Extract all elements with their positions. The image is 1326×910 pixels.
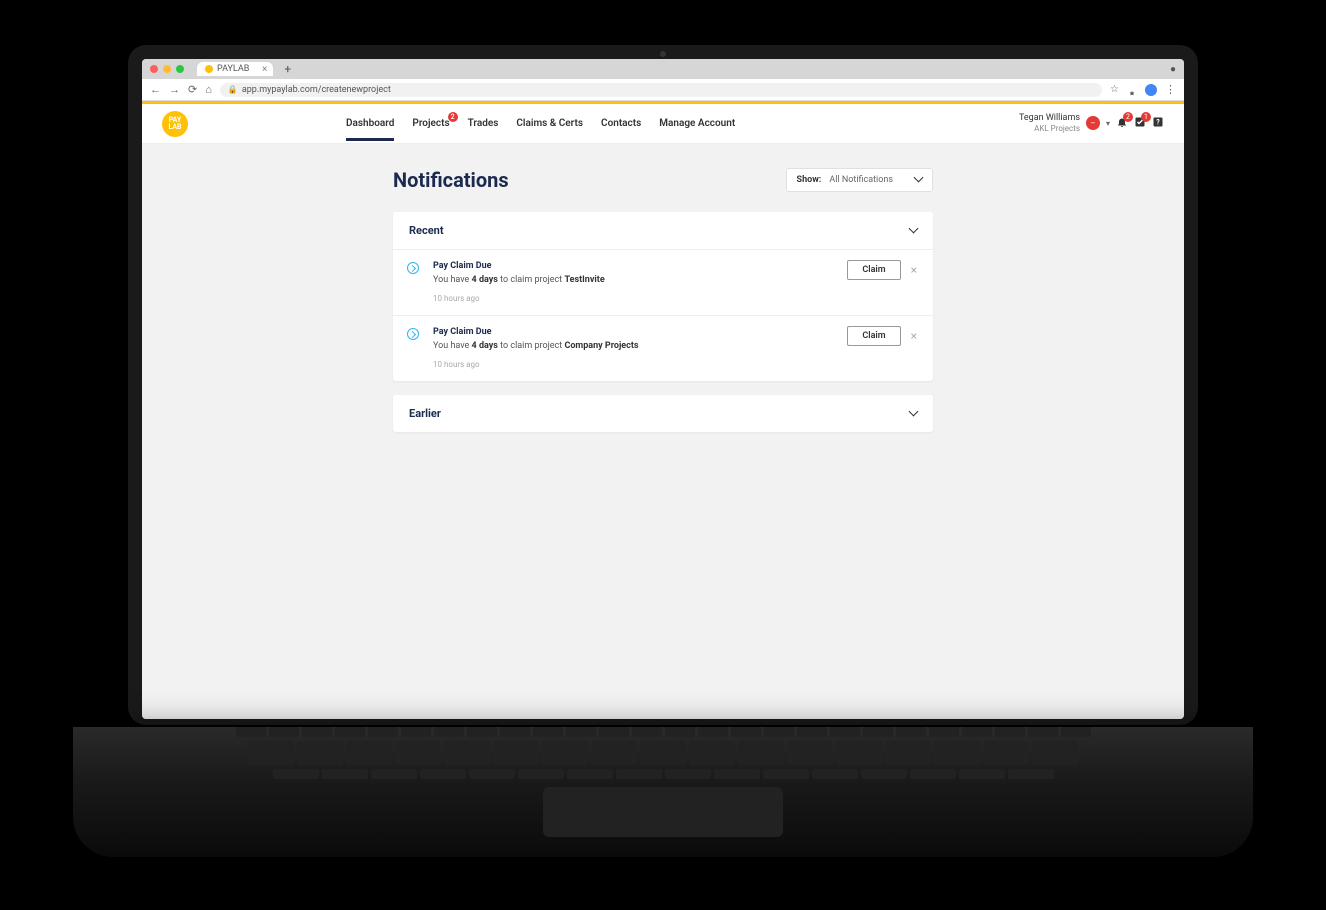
- projects-badge: 2: [448, 112, 458, 122]
- home-icon[interactable]: ⌂: [205, 83, 212, 96]
- user-avatar-icon[interactable]: –: [1086, 116, 1100, 130]
- user-name-block: Tegan Williams AKL Projects: [1019, 113, 1080, 133]
- paylab-logo[interactable]: PAY LAB: [162, 111, 188, 137]
- claim-button[interactable]: Claim: [847, 260, 900, 280]
- user-menu-caret-icon[interactable]: ▾: [1106, 119, 1110, 128]
- nav-trades[interactable]: Trades: [468, 106, 499, 141]
- new-tab-button[interactable]: +: [284, 62, 291, 76]
- notification-item: Pay Claim Due You have 4 days to claim p…: [393, 249, 933, 315]
- notification-item: Pay Claim Due You have 4 days to claim p…: [393, 315, 933, 381]
- back-icon[interactable]: ←: [150, 83, 161, 96]
- bookmark-icon[interactable]: ☆: [1110, 84, 1119, 95]
- claim-button[interactable]: Claim: [847, 326, 900, 346]
- section-recent-title: Recent: [409, 224, 444, 237]
- extensions-icon[interactable]: [1127, 85, 1137, 95]
- clock-arrow-icon: [407, 328, 419, 340]
- filter-dropdown[interactable]: Show: All Notifications: [786, 168, 933, 192]
- user-area: Tegan Williams AKL Projects – ▾ 2 1 ?: [1019, 113, 1164, 133]
- laptop-base: [73, 727, 1253, 857]
- tasks-badge: 1: [1141, 112, 1151, 122]
- tab-title: PAYLAB: [217, 64, 249, 74]
- bell-icon[interactable]: 2: [1116, 116, 1128, 131]
- nav-claims-certs[interactable]: Claims & Certs: [516, 106, 583, 141]
- nav-dashboard[interactable]: Dashboard: [346, 106, 394, 141]
- window-max-icon[interactable]: [176, 65, 184, 73]
- filter-value: All Notifications: [829, 175, 893, 185]
- notification-message: You have 4 days to claim project Company…: [433, 340, 639, 354]
- svg-text:?: ?: [1156, 118, 1160, 126]
- nav-projects[interactable]: Projects2: [412, 106, 449, 141]
- chevron-down-icon: [910, 407, 917, 420]
- page-body: Notifications Show: All Notifications Re…: [142, 144, 1184, 719]
- app-navbar: PAY LAB Dashboard Projects2 Trades Claim…: [142, 104, 1184, 144]
- profile-icon[interactable]: [1145, 84, 1157, 96]
- page-title: Notifications: [393, 168, 509, 192]
- screen-bezel: PAYLAB × + ● ← → ⟳ ⌂ 🔒 app.mypaylab.com/…: [128, 45, 1198, 725]
- notification-time: 10 hours ago: [433, 293, 605, 305]
- window-min-icon[interactable]: [163, 65, 171, 73]
- notification-time: 10 hours ago: [433, 359, 639, 371]
- tab-close-icon[interactable]: ×: [262, 64, 267, 75]
- window-close-icon[interactable]: [150, 65, 158, 73]
- filter-label: Show:: [797, 175, 822, 185]
- favicon-icon: [205, 65, 213, 73]
- help-icon[interactable]: ?: [1152, 116, 1164, 131]
- section-earlier-header[interactable]: Earlier: [393, 395, 933, 432]
- chevron-down-icon: [915, 174, 922, 186]
- browser-toolbar: ← → ⟳ ⌂ 🔒 app.mypaylab.com/createnewproj…: [142, 79, 1184, 101]
- camera: [660, 51, 666, 57]
- bell-badge: 2: [1123, 112, 1133, 122]
- chevron-down-icon: [910, 224, 917, 237]
- laptop-frame: PAYLAB × + ● ← → ⟳ ⌂ 🔒 app.mypaylab.com/…: [73, 45, 1253, 865]
- section-earlier: Earlier: [393, 395, 933, 432]
- notification-title: Pay Claim Due: [433, 260, 605, 274]
- reload-icon[interactable]: ⟳: [188, 83, 197, 96]
- url-text: app.mypaylab.com/createnewproject: [242, 85, 391, 95]
- browser-tab[interactable]: PAYLAB ×: [197, 62, 273, 76]
- forward-icon[interactable]: →: [169, 83, 180, 96]
- trackpad: [543, 787, 783, 837]
- page-header: Notifications Show: All Notifications: [393, 168, 933, 192]
- notification-body: Pay Claim Due You have 4 days to claim p…: [433, 326, 639, 371]
- dismiss-icon[interactable]: ×: [911, 329, 917, 343]
- screen: PAYLAB × + ● ← → ⟳ ⌂ 🔒 app.mypaylab.com/…: [142, 59, 1184, 719]
- notification-message: You have 4 days to claim project TestInv…: [433, 274, 605, 288]
- browser-menu-icon[interactable]: ●: [1170, 64, 1176, 75]
- section-earlier-title: Earlier: [409, 407, 441, 420]
- section-recent-header[interactable]: Recent: [393, 212, 933, 249]
- address-bar[interactable]: 🔒 app.mypaylab.com/createnewproject: [220, 83, 1102, 97]
- notification-actions: Claim ×: [847, 326, 917, 346]
- nav-contacts[interactable]: Contacts: [601, 106, 641, 141]
- clock-arrow-icon: [407, 262, 419, 274]
- user-org: AKL Projects: [1019, 124, 1080, 134]
- lock-icon: 🔒: [228, 85, 238, 94]
- dismiss-icon[interactable]: ×: [911, 263, 917, 277]
- browser-tab-strip: PAYLAB × + ●: [142, 59, 1184, 79]
- user-name: Tegan Williams: [1019, 113, 1080, 124]
- notification-actions: Claim ×: [847, 260, 917, 280]
- notification-body: Pay Claim Due You have 4 days to claim p…: [433, 260, 605, 305]
- browser-kebab-icon[interactable]: ⋮: [1165, 83, 1176, 96]
- section-recent: Recent Pay Claim Due You have 4 days to …: [393, 212, 933, 381]
- notification-title: Pay Claim Due: [433, 326, 639, 340]
- tasks-icon[interactable]: 1: [1134, 116, 1146, 131]
- nav-manage-account[interactable]: Manage Account: [659, 106, 735, 141]
